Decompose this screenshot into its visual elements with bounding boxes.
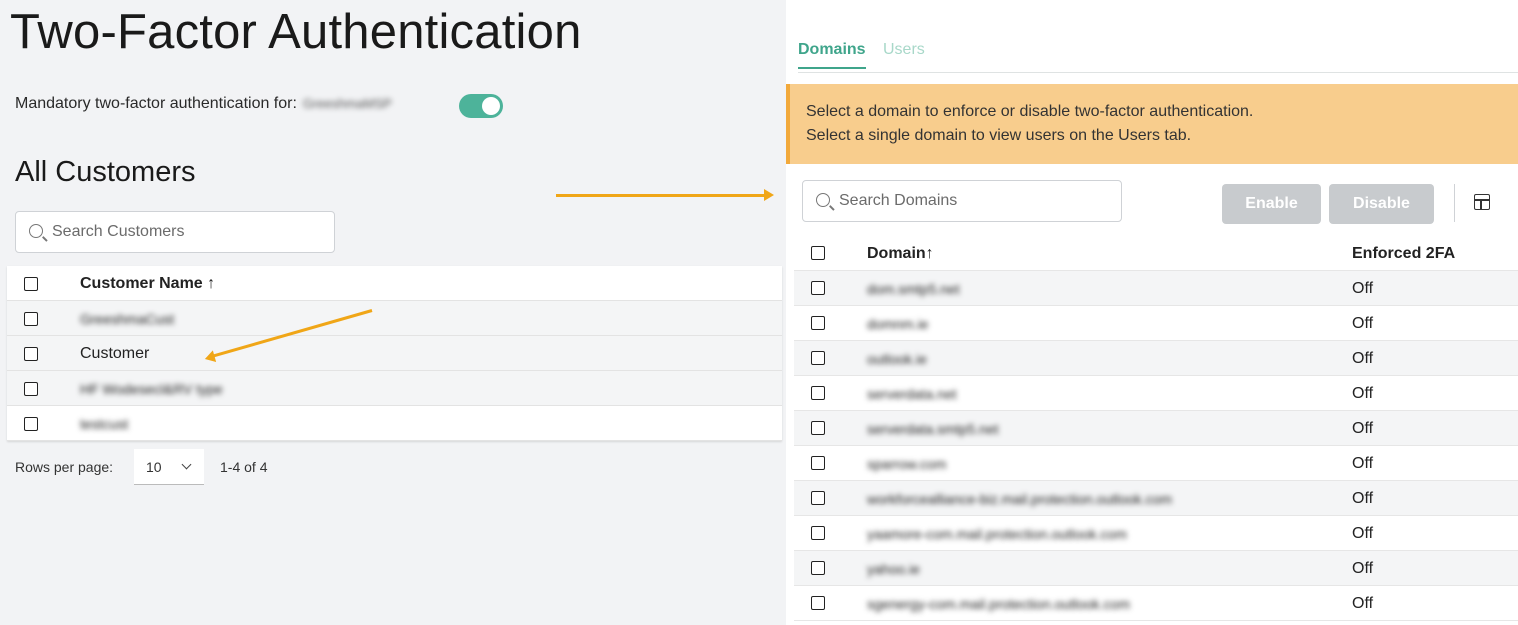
table-row[interactable]: domnm.ie Off xyxy=(794,306,1518,341)
domain-name: outlook.ie xyxy=(867,351,927,367)
banner-line-1: Select a domain to enforce or disable tw… xyxy=(806,103,1254,120)
enforced-2fa-value: Off xyxy=(1352,420,1374,437)
row-checkbox[interactable] xyxy=(811,491,825,505)
mandatory-2fa-target: GreeshmaMSP xyxy=(302,96,392,111)
domains-table: Domain↑ Enforced 2FA dom.smtp5.net Off do… xyxy=(794,236,1518,621)
table-header-row: Customer Name ↑ xyxy=(7,266,782,301)
table-row[interactable]: Customer xyxy=(7,336,782,371)
enforced-2fa-value: Off xyxy=(1352,595,1374,612)
table-row[interactable]: testcust xyxy=(7,406,782,441)
customers-table: Customer Name ↑ GreeshmaCust Customer HF… xyxy=(7,266,782,441)
toolbar-divider xyxy=(1454,184,1455,222)
search-icon xyxy=(29,224,43,238)
enforced-2fa-header[interactable]: Enforced 2FA xyxy=(1352,245,1455,263)
table-row[interactable]: yaamore-com.mail.protection.outlook.com O… xyxy=(794,516,1518,551)
customer-name: GreeshmaCust xyxy=(80,311,175,327)
all-customers-title: All Customers xyxy=(15,156,196,188)
select-all-checkbox[interactable] xyxy=(24,277,38,291)
enforced-2fa-value: Off xyxy=(1352,525,1374,542)
row-checkbox[interactable] xyxy=(811,456,825,470)
table-row[interactable]: dom.smtp5.net Off xyxy=(794,271,1518,306)
table-row[interactable]: outlook.ie Off xyxy=(794,341,1518,376)
table-header-row: Domain↑ Enforced 2FA xyxy=(794,236,1518,271)
rows-per-page-select[interactable]: 10 xyxy=(134,449,204,485)
enforced-2fa-value: Off xyxy=(1352,280,1374,297)
table-row[interactable]: sparrow.com Off xyxy=(794,446,1518,481)
pagination-range: 1-4 of 4 xyxy=(220,459,268,475)
domain-name: domnm.ie xyxy=(867,316,929,332)
page-title: Two-Factor Authentication xyxy=(10,5,582,59)
search-customers-input[interactable] xyxy=(52,212,326,252)
row-checkbox[interactable] xyxy=(811,526,825,540)
domain-header[interactable]: Domain↑ xyxy=(867,245,934,263)
domain-name: serverdata.smtp5.net xyxy=(867,421,999,437)
customers-panel: Two-Factor Authentication Mandatory two-… xyxy=(0,0,786,625)
enable-button[interactable]: Enable xyxy=(1222,184,1321,224)
table-row[interactable]: HF Wodesecl&RV type xyxy=(7,371,782,406)
domain-name: yaamore-com.mail.protection.outlook.com xyxy=(867,526,1127,542)
annotation-arrow-right xyxy=(556,189,774,201)
row-checkbox[interactable] xyxy=(811,561,825,575)
row-checkbox[interactable] xyxy=(24,312,38,326)
customer-name: testcust xyxy=(80,416,129,432)
customer-name: HF Wodesecl&RV type xyxy=(80,381,223,397)
enforced-2fa-value: Off xyxy=(1352,560,1374,577)
row-checkbox[interactable] xyxy=(811,281,825,295)
row-checkbox[interactable] xyxy=(24,382,38,396)
column-layout-icon[interactable] xyxy=(1474,194,1490,210)
domain-name: yahoo.ie xyxy=(867,561,920,577)
banner-line-2: Select a single domain to view users on … xyxy=(806,127,1192,144)
search-icon xyxy=(816,193,830,207)
tab-bar: Domains Users xyxy=(798,38,1518,73)
domain-name: sgenergy-com.mail.protection.outlook.com xyxy=(867,596,1131,612)
disable-button[interactable]: Disable xyxy=(1329,184,1434,224)
table-row[interactable]: workforcealliance-biz.mail.protection.ou… xyxy=(794,481,1518,516)
row-checkbox[interactable] xyxy=(811,596,825,610)
customer-name: Customer xyxy=(80,345,150,362)
enforced-2fa-value: Off xyxy=(1352,385,1374,402)
enforced-2fa-value: Off xyxy=(1352,350,1374,367)
row-checkbox[interactable] xyxy=(811,386,825,400)
mandatory-2fa-toggle[interactable] xyxy=(459,94,503,118)
mandatory-2fa-label: Mandatory two-factor authentication for:… xyxy=(15,95,392,113)
search-domains-input[interactable] xyxy=(839,181,1113,221)
table-row[interactable]: serverdata.net Off xyxy=(794,376,1518,411)
domains-panel: Domains Users Select a domain to enforce… xyxy=(786,0,1518,625)
tab-users[interactable]: Users xyxy=(883,41,925,59)
arrow-up-icon: ↑ xyxy=(925,245,934,262)
row-checkbox[interactable] xyxy=(811,421,825,435)
enforced-2fa-value: Off xyxy=(1352,315,1374,332)
rows-per-page-label: Rows per page: xyxy=(15,459,114,475)
table-row[interactable]: GreeshmaCust xyxy=(7,301,782,336)
select-all-checkbox[interactable] xyxy=(811,246,825,260)
search-customers-box[interactable] xyxy=(15,211,335,253)
domain-name: workforcealliance-biz.mail.protection.ou… xyxy=(867,491,1173,507)
arrow-up-icon: ↑ xyxy=(207,275,216,292)
domain-name: sparrow.com xyxy=(867,456,947,472)
domain-name: serverdata.net xyxy=(867,386,957,402)
row-checkbox[interactable] xyxy=(24,347,38,361)
customer-name-header[interactable]: Customer Name ↑ xyxy=(80,275,215,293)
row-checkbox[interactable] xyxy=(811,351,825,365)
tab-domains[interactable]: Domains xyxy=(798,41,866,69)
mandatory-2fa-text: Mandatory two-factor authentication for: xyxy=(15,95,297,112)
rows-per-page-value: 10 xyxy=(146,459,162,475)
chevron-down-icon xyxy=(181,459,192,470)
row-checkbox[interactable] xyxy=(811,316,825,330)
enforced-2fa-value: Off xyxy=(1352,455,1374,472)
table-row[interactable]: yahoo.ie Off xyxy=(794,551,1518,586)
row-checkbox[interactable] xyxy=(24,417,38,431)
table-row[interactable]: serverdata.smtp5.net Off xyxy=(794,411,1518,446)
search-domains-box[interactable] xyxy=(802,180,1122,222)
toggle-knob xyxy=(482,97,500,115)
domain-name: dom.smtp5.net xyxy=(867,281,960,297)
table-row[interactable]: sgenergy-com.mail.protection.outlook.com… xyxy=(794,586,1518,621)
info-banner: Select a domain to enforce or disable tw… xyxy=(786,84,1518,164)
enforced-2fa-value: Off xyxy=(1352,490,1374,507)
